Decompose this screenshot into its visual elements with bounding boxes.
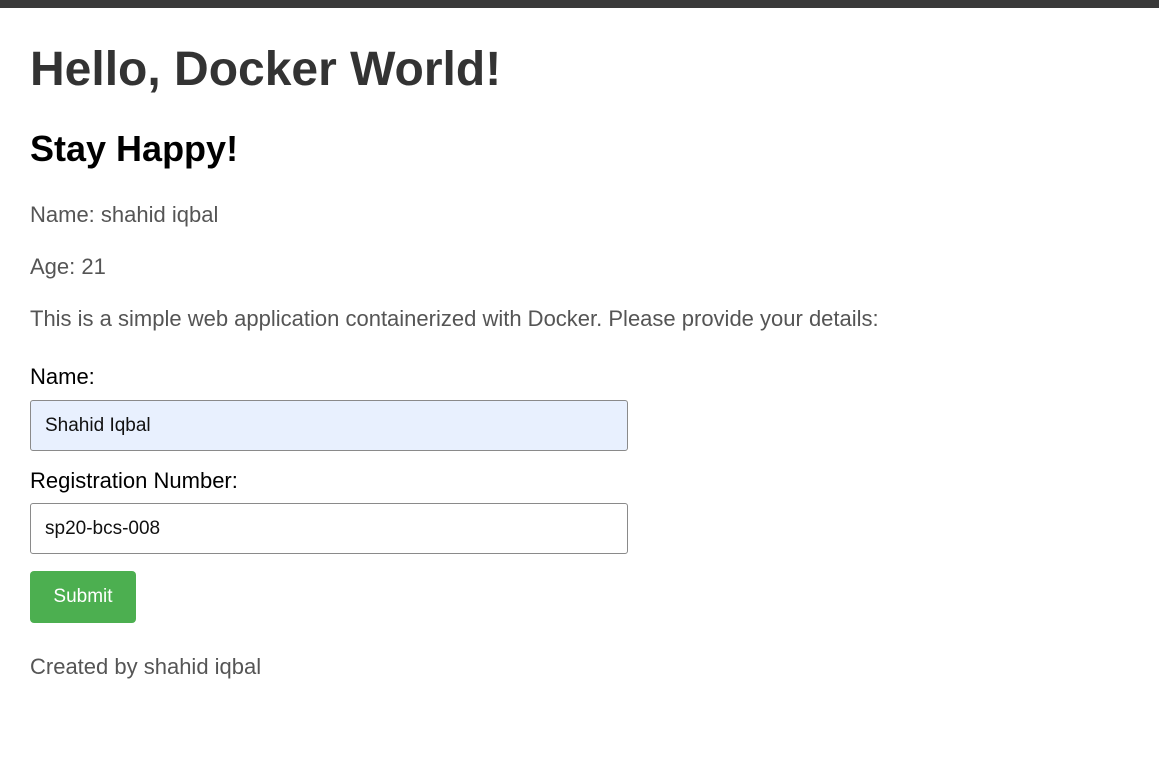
name-label: Name: [30,364,95,389]
age-display: Age: 21 [30,254,106,279]
page-subtitle: Stay Happy! [30,128,239,169]
registration-input[interactable] [30,503,628,554]
browser-top-bar [0,0,1159,8]
footer-text: Created by shahid iqbal [30,654,262,679]
name-display: Name: shahid iqbal [30,202,219,227]
page-title: Hello, Docker World! [30,43,502,96]
submit-button[interactable]: Submit [30,571,136,623]
name-input[interactable] [30,400,628,451]
description-text: This is a simple web application contain… [30,306,879,331]
registration-label: Registration Number: [30,468,238,493]
